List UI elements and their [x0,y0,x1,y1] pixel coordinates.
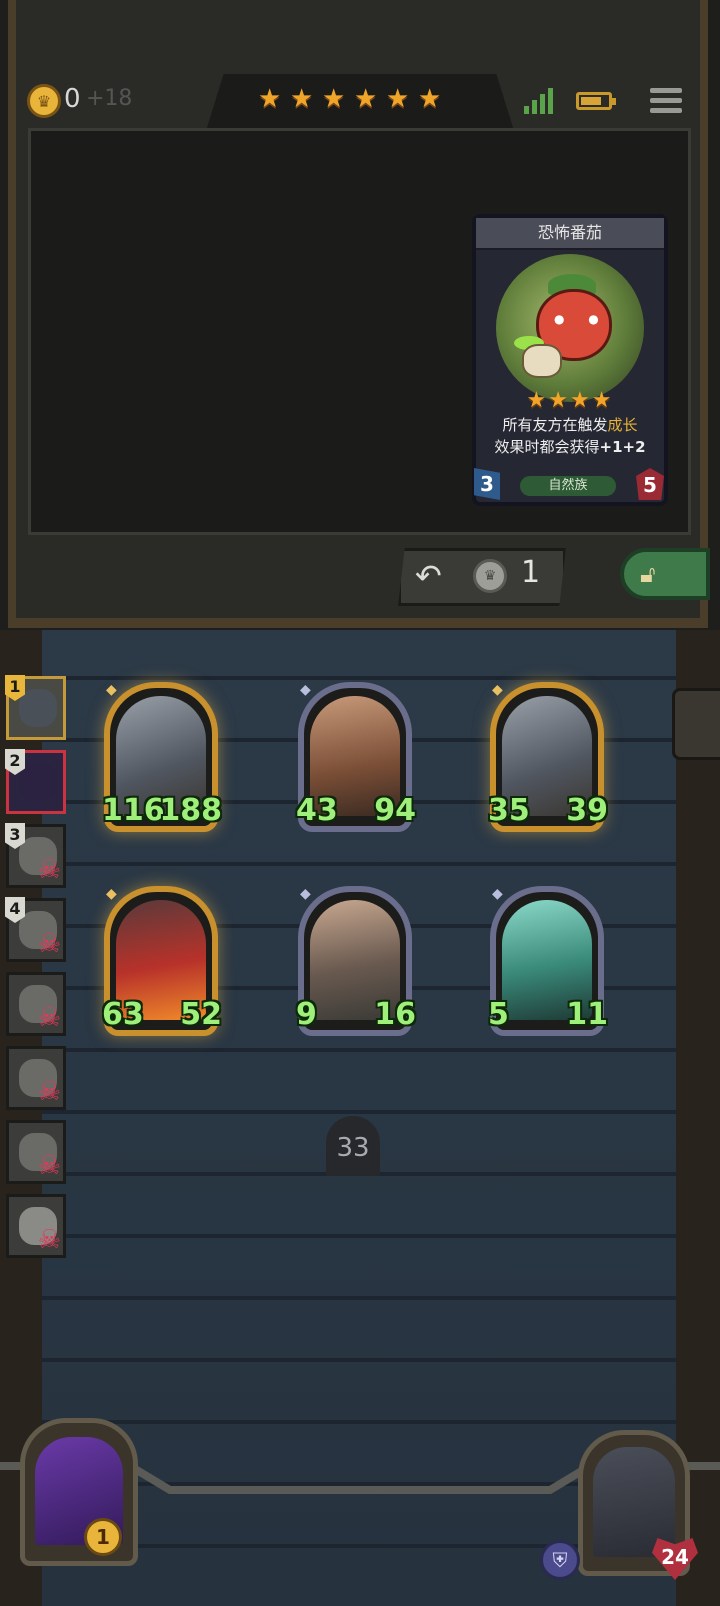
tier-star-icon: ★ [258,84,282,114]
board-minion-knight[interactable]: ◆ 35 39 [488,682,608,832]
desc-keyword: 成长 [607,416,638,434]
eliminated-skull-icon: ☠ [37,1225,61,1255]
opponent-slot[interactable]: ☠ [6,1120,66,1184]
refresh-cost: 1 [521,555,541,590]
tier-star-icon: ★ [418,84,442,114]
skull [522,344,562,378]
refresh-button[interactable]: ↶ ♛ 1 [398,548,566,606]
minion-health: 39 [566,793,608,828]
board-minion-brute[interactable]: ◆ 43 94 [296,682,416,832]
card-description: 所有友方在触发成长 效果时都会获得+1+2 [480,414,660,458]
gold-value: 0 [64,84,81,114]
tier-gem-icon: ◆ [300,886,311,902]
minion-attack: 116 [102,793,165,828]
eliminated-skull-icon: ☠ [37,929,61,959]
tier-gem-icon: ◆ [106,886,117,902]
eliminated-skull-icon: ☠ [37,1003,61,1033]
opponent-slot[interactable]: ☠ [6,972,66,1036]
tier-star-icon: ★ [290,84,314,114]
shop-minion-card[interactable]: 恐怖番茄 ● ● ★★★★ 所有友方在触发成长 效果时都会获得+1+2 3 自然… [472,214,668,506]
opponent-slot[interactable]: 4 ☠ [5,897,66,962]
card-name: 恐怖番茄 [476,218,664,250]
board-minion-golem[interactable]: ◆ 5 11 [488,886,608,1036]
tier-gem-icon: ◆ [106,682,117,698]
card-tribe: 自然族 [520,476,616,496]
minion-health: 188 [159,793,222,828]
gold-income: +18 [86,86,133,111]
opponent-slot[interactable]: 2 [5,749,66,814]
eliminated-skull-icon: ☠ [37,1151,61,1181]
side-panel-handle[interactable] [672,688,720,760]
desc-text: 效果时都会获得 [494,438,600,456]
board-minion-warrior[interactable]: ◆ 9 16 [296,886,416,1036]
battery-icon [576,92,616,110]
card-tier-stars: ★★★★ [526,388,614,413]
opponent-slot[interactable]: ☠ [6,1046,66,1110]
minion-attack: 35 [488,793,530,828]
desc-text: 所有友方在触发 [502,416,608,434]
tier-star-icon: ★ [354,84,378,114]
shield-icon: ⛨ [540,1540,580,1580]
card-portrait: ● ● [496,254,644,402]
crown-coin-icon: ♛ [27,84,61,118]
refresh-icon: ↶ [415,557,442,595]
card-health: 5 [636,468,664,500]
tier-star-icon: ★ [386,84,410,114]
opponent-slot[interactable]: 1 [5,675,66,740]
opponent-avatar [19,763,57,801]
minion-health: 11 [566,997,608,1032]
tier-gem-icon: ◆ [300,682,311,698]
opponent-slot[interactable]: 3 ☠ [5,823,66,888]
minion-attack: 63 [102,997,144,1032]
coin-icon: ♛ [473,559,507,593]
opponent-avatar [19,689,57,727]
minion-health: 16 [374,997,416,1032]
eliminated-skull-icon: ☠ [37,1077,61,1107]
board-minion-dragon[interactable]: ◆ 63 52 [102,886,222,1036]
menu-icon[interactable] [650,86,682,116]
minion-attack: 43 [296,793,338,828]
eliminated-skull-icon: ☠ [37,855,61,885]
tier-gem-icon: ◆ [492,886,503,902]
desc-bonus: +1+2 [599,438,646,456]
hero-power-cost: 1 [84,1518,122,1556]
minion-attack: 9 [296,997,317,1032]
turn-counter: 33 [326,1116,380,1176]
lock-icon: 🔓︎ [640,560,656,588]
opponent-slot[interactable]: ☠ [6,1194,66,1258]
tier-gem-icon: ◆ [492,682,503,698]
minion-health: 52 [180,997,222,1032]
minion-attack: 5 [488,997,509,1032]
card-attack: 3 [474,468,500,500]
signal-icon [524,86,556,114]
minion-health: 94 [374,793,416,828]
tier-star-icon: ★ [322,84,346,114]
board-minion-knight[interactable]: ◆ 116 188 [102,682,222,832]
lock-shop-button[interactable]: 🔓︎ [620,548,710,600]
eyes: ● ● [554,312,609,326]
